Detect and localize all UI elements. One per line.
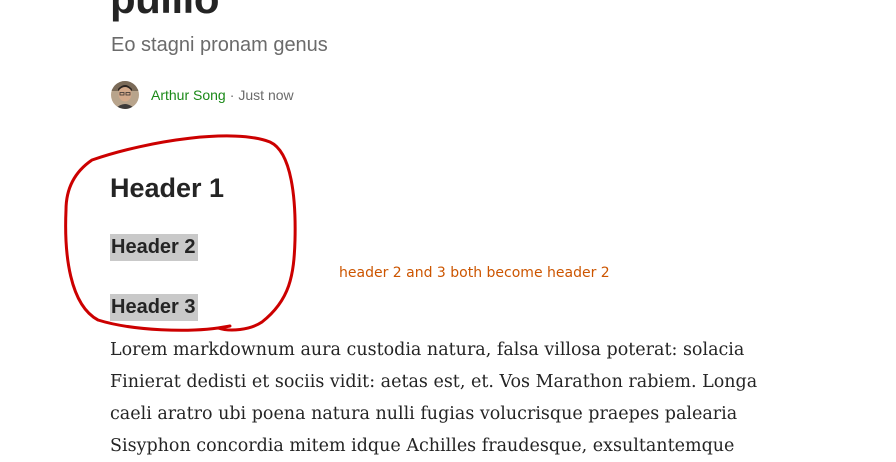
article-subtitle: Eo stagni pronam genus	[111, 34, 328, 56]
body-line: caeli aratro ubi poena natura nulli fugi…	[110, 404, 738, 424]
byline-separator: ·	[229, 87, 235, 103]
header-1[interactable]: Header 1	[110, 172, 224, 204]
annotation-note: header 2 and 3 both become header 2	[339, 265, 610, 281]
body-line: Lorem markdownum aura custodia natura, f…	[110, 340, 745, 360]
header-3[interactable]: Header 3	[110, 294, 198, 321]
body-line: Finierat dedisti et sociis vidit: aetas …	[110, 372, 758, 392]
author-link[interactable]: Arthur Song	[151, 87, 226, 103]
author-avatar[interactable]	[111, 81, 139, 109]
header-2[interactable]: Header 2	[110, 234, 198, 261]
body-line: Sisyphon concordia mitem idque Achilles …	[110, 436, 735, 456]
article-body[interactable]: Lorem markdownum aura custodia natura, f…	[110, 334, 810, 462]
article-title: pulilo	[110, 0, 219, 20]
post-time: Just now	[238, 87, 294, 103]
byline: Arthur Song · Just now	[111, 81, 294, 109]
